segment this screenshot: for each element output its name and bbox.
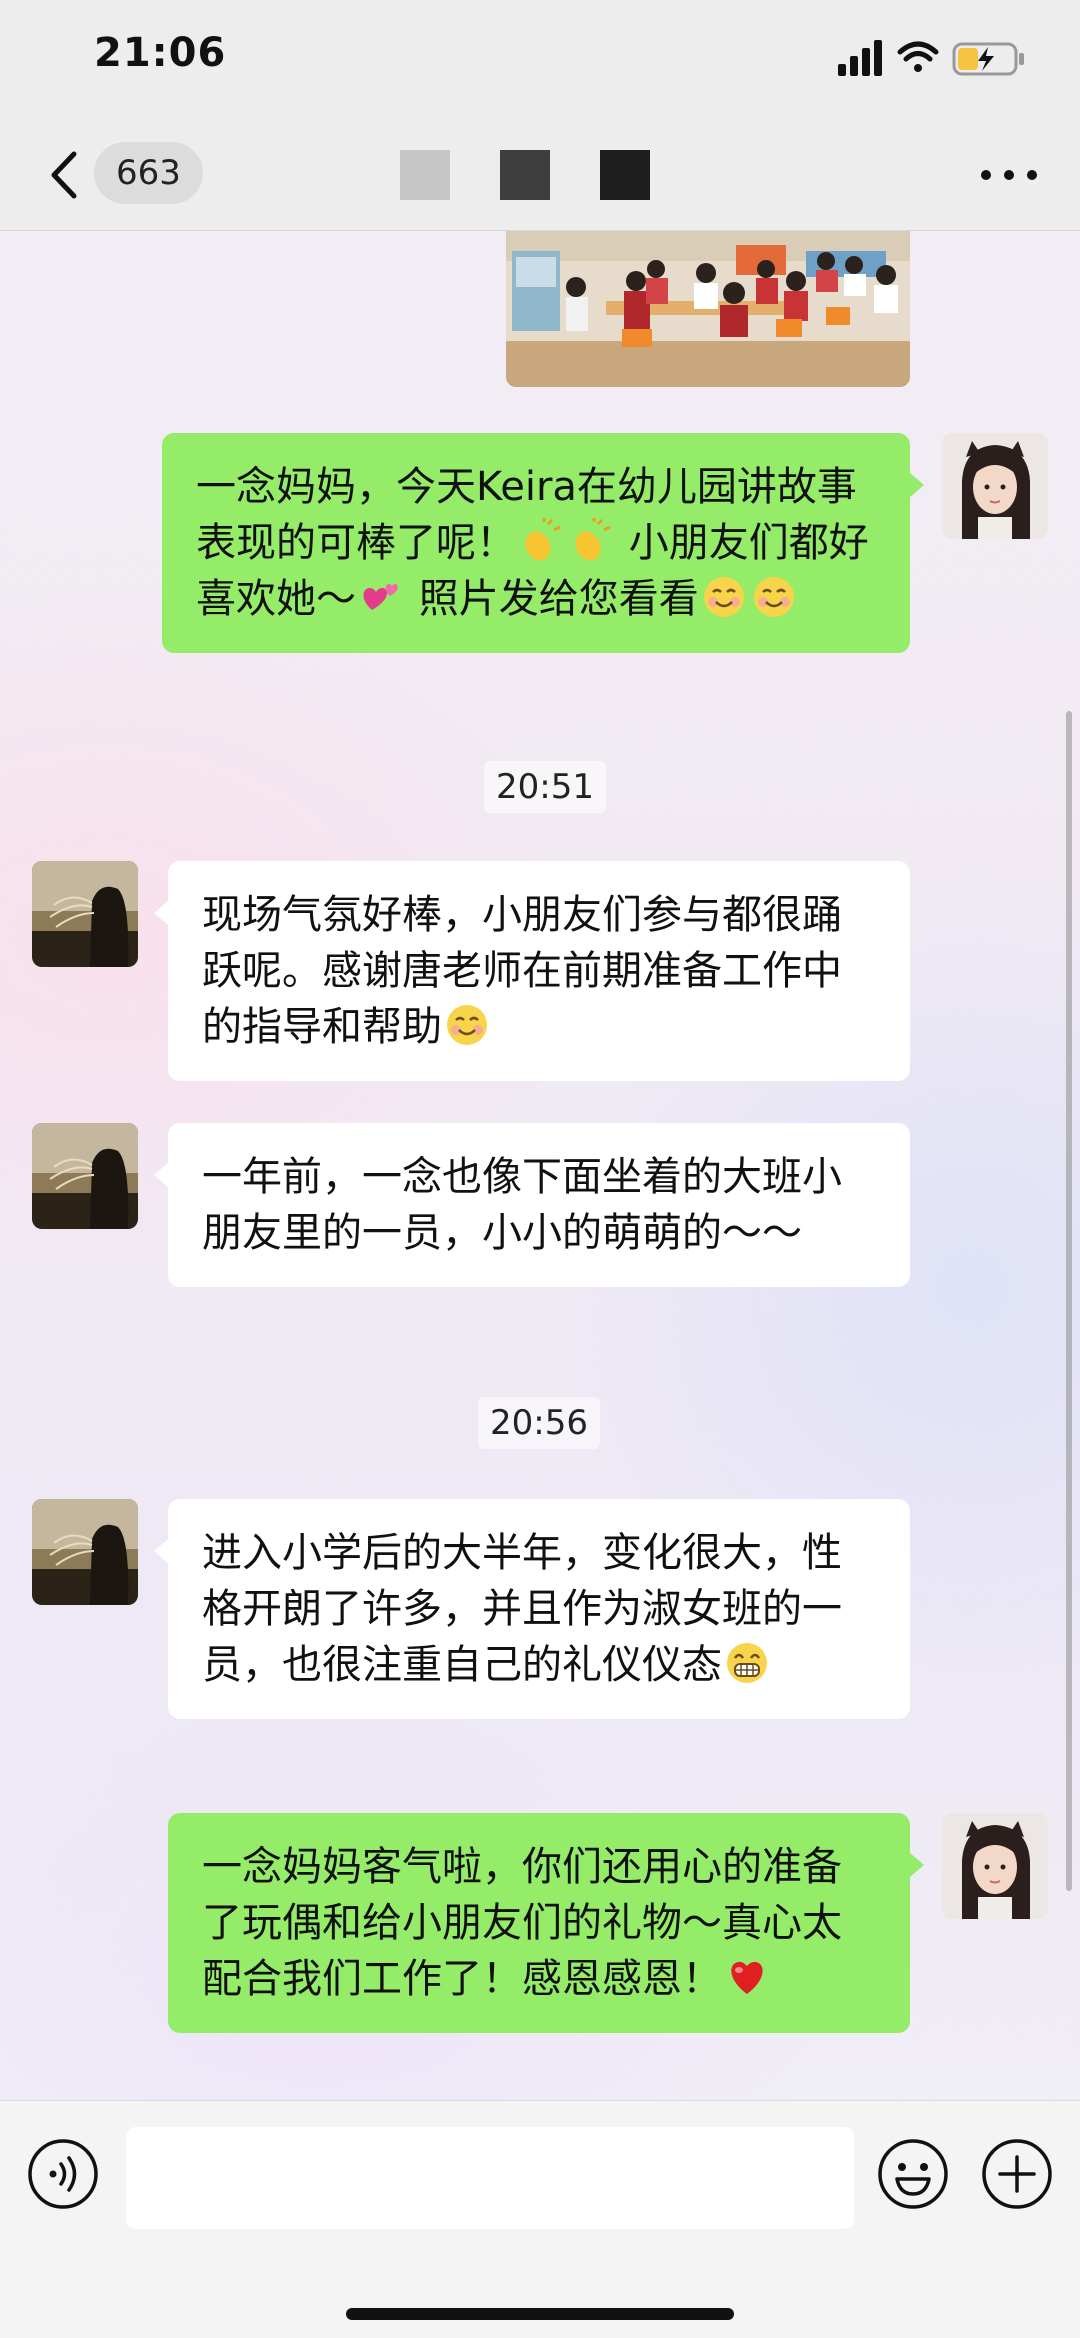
message-bubble-sent[interactable]: 一念妈妈，今天Keira在幼儿园讲故事表现的可棒了呢！ 小朋友们都好喜欢她～ 照… bbox=[162, 433, 924, 653]
avatar[interactable] bbox=[32, 1123, 138, 1229]
message-bubble-received[interactable]: 现场气氛好棒，小朋友们参与都很踊跃呢。感谢唐老师在前期准备工作中的指导和帮助 bbox=[154, 861, 910, 1081]
signal-icon bbox=[838, 40, 882, 76]
message-bubble-received[interactable]: 进入小学后的大半年，变化很大，性格开朗了许多，并且作为淑女班的一员，也很注重自己… bbox=[154, 1499, 910, 1719]
message-text: 照片发给您看看 bbox=[418, 576, 699, 622]
unread-count-badge[interactable]: 663 bbox=[94, 142, 203, 204]
clapping-hands-icon bbox=[575, 518, 611, 561]
home-indicator[interactable] bbox=[346, 2308, 734, 2320]
message-text: 现场气氛好棒，小朋友们参与都很踊跃呢。感谢唐老师在前期准备工作中的指导和帮助 bbox=[202, 892, 842, 1050]
wifi-icon bbox=[897, 41, 939, 72]
voice-icon[interactable] bbox=[26, 2137, 100, 2211]
grinning-face-icon bbox=[727, 1643, 767, 1683]
message-timestamp: 20:56 bbox=[478, 1397, 600, 1449]
parent-avatar-image bbox=[32, 1499, 138, 1605]
more-dots-icon[interactable] bbox=[974, 152, 1044, 198]
smiling-face-icon bbox=[753, 577, 794, 617]
parent-avatar-image bbox=[32, 1123, 138, 1229]
status-bar: 21:06 bbox=[0, 0, 1080, 120]
teacher-avatar-image bbox=[942, 1813, 1048, 1919]
status-icons bbox=[838, 40, 1024, 76]
classroom-photo[interactable] bbox=[506, 231, 910, 387]
chat-area[interactable]: 一念妈妈，今天Keira在幼儿园讲故事表现的可棒了呢！ 小朋友们都好喜欢她～ 照… bbox=[0, 231, 1080, 2101]
plus-icon[interactable] bbox=[980, 2137, 1054, 2211]
avatar[interactable] bbox=[32, 861, 138, 967]
two-hearts-icon bbox=[363, 584, 398, 610]
red-heart-icon bbox=[731, 1961, 763, 1994]
nav-bar: 663 bbox=[0, 120, 1080, 231]
message-input[interactable] bbox=[126, 2127, 854, 2229]
avatar[interactable] bbox=[942, 433, 1048, 539]
message-timestamp: 20:51 bbox=[484, 761, 606, 813]
clapping-hands-icon bbox=[525, 518, 561, 561]
avatar[interactable] bbox=[32, 1499, 138, 1605]
smiling-face-icon bbox=[703, 577, 744, 617]
chat-title-blur bbox=[500, 150, 550, 200]
message-text: 一年前，一念也像下面坐着的大班小朋友里的一员，小小的萌萌的～～ bbox=[202, 1154, 842, 1256]
emoji-icon[interactable] bbox=[876, 2137, 950, 2211]
input-bar bbox=[0, 2100, 1080, 2338]
chevron-left-icon[interactable] bbox=[44, 148, 84, 202]
teacher-avatar-image bbox=[942, 433, 1048, 539]
chat-title-blur bbox=[400, 150, 450, 200]
status-time: 21:06 bbox=[94, 30, 227, 76]
message-bubble-received[interactable]: 一年前，一念也像下面坐着的大班小朋友里的一员，小小的萌萌的～～ bbox=[154, 1123, 910, 1287]
battery-icon bbox=[952, 42, 1024, 76]
parent-avatar-image bbox=[32, 861, 138, 967]
scrollbar[interactable] bbox=[1066, 711, 1072, 1891]
smiling-face-icon bbox=[447, 1005, 487, 1045]
message-bubble-sent[interactable]: 一念妈妈客气啦，你们还用心的准备了玩偶和给小朋友们的礼物～真心太配合我们工作了！… bbox=[168, 1813, 924, 2033]
avatar[interactable] bbox=[942, 1813, 1048, 1919]
chat-title-blur bbox=[600, 150, 650, 200]
